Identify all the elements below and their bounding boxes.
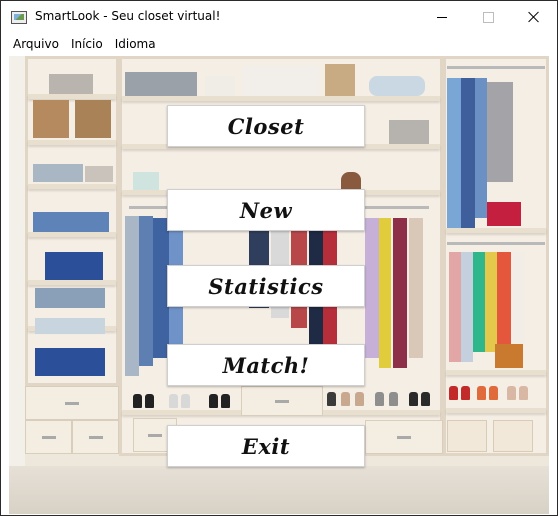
hanging-shirt: [125, 216, 139, 376]
shelf: [28, 140, 116, 145]
minimize-button[interactable]: [419, 1, 465, 33]
hanging-dress: [485, 252, 497, 352]
gray-box: [49, 74, 93, 94]
shelf: [122, 96, 440, 101]
hanging-shirt: [447, 78, 461, 228]
exit-button[interactable]: Exit: [167, 425, 365, 467]
shelf: [28, 94, 116, 99]
maximize-icon: [482, 11, 494, 23]
shoe: [409, 392, 418, 406]
menu-idioma[interactable]: Idioma: [109, 33, 162, 55]
menu-inicio[interactable]: Início: [65, 33, 109, 55]
shoe: [355, 392, 364, 406]
shoe: [221, 394, 230, 408]
drawer: [365, 420, 443, 454]
new-button[interactable]: New: [167, 189, 365, 231]
fur-coat: [487, 82, 513, 182]
hanging-shirt: [475, 78, 487, 218]
cardboard-box: [33, 100, 69, 138]
shelf: [446, 408, 546, 413]
drawer: [25, 420, 72, 454]
close-button[interactable]: [511, 1, 557, 33]
shelf: [446, 228, 546, 233]
red-bag: [487, 202, 521, 226]
main-window: SmartLook - Seu closet virtual! Arquivo …: [0, 0, 558, 516]
hanging-dress: [409, 218, 423, 358]
basket: [133, 172, 159, 190]
shoe: [181, 394, 190, 408]
drawer: [25, 386, 119, 420]
cardboard-box: [75, 100, 111, 138]
shelf: [28, 232, 116, 237]
image-icon: [11, 11, 27, 24]
folded-jeans: [33, 212, 109, 232]
shoe-rack: [35, 318, 105, 334]
shoe: [461, 386, 470, 400]
hanging-shirt: [139, 216, 153, 366]
hanging-dress: [473, 252, 485, 352]
hat: [341, 172, 361, 190]
closet-button[interactable]: Closet: [167, 105, 365, 147]
title-bar[interactable]: SmartLook - Seu closet virtual!: [1, 1, 557, 33]
shoe: [421, 392, 430, 406]
folded-clothes: [35, 288, 105, 308]
storage-box: [447, 420, 487, 452]
shoe: [133, 394, 142, 408]
shoe: [507, 386, 516, 400]
shoe: [389, 392, 398, 406]
shoe: [209, 394, 218, 408]
folded-towels: [33, 164, 83, 182]
hanging-dress: [393, 218, 407, 368]
menu-arquivo[interactable]: Arquivo: [1, 33, 65, 55]
cardboard-box: [325, 64, 355, 96]
blue-boxes: [35, 348, 105, 376]
clothes-rail: [447, 242, 545, 245]
shoe: [519, 386, 528, 400]
shelf: [446, 370, 546, 375]
wall: [9, 56, 25, 514]
shoe: [145, 394, 154, 408]
patterned-bag: [125, 72, 197, 96]
shelf: [28, 280, 116, 285]
blue-box: [45, 252, 103, 280]
close-icon: [528, 11, 540, 23]
hanging-dress: [461, 252, 473, 362]
folded-towels: [85, 166, 113, 182]
hanging-shirt: [461, 78, 475, 228]
hanging-dress: [365, 218, 379, 358]
floor: [9, 466, 549, 514]
hanging-dress: [449, 252, 461, 362]
menu-bar: Arquivo Início Idioma: [1, 33, 557, 55]
drawer: [72, 420, 119, 454]
shoe: [489, 386, 498, 400]
shelf: [28, 184, 116, 189]
folded-sweaters: [243, 66, 319, 96]
shoe: [375, 392, 384, 406]
clothes-rail: [447, 66, 545, 69]
white-basket: [205, 76, 235, 96]
maximize-button[interactable]: [465, 1, 511, 33]
shoe: [327, 392, 336, 406]
handbag: [495, 344, 523, 368]
storage-box: [389, 120, 429, 144]
shoe: [449, 386, 458, 400]
minimize-icon: [437, 16, 447, 18]
drawer: [241, 386, 323, 416]
shoe: [341, 392, 350, 406]
shoe: [477, 386, 486, 400]
statistics-button[interactable]: Statistics: [167, 265, 365, 307]
storage-box: [493, 420, 533, 452]
striped-pillow: [369, 76, 425, 96]
hanging-dress: [379, 218, 391, 368]
match-button[interactable]: Match!: [167, 344, 365, 386]
window-title: SmartLook - Seu closet virtual!: [35, 9, 221, 23]
shoe: [169, 394, 178, 408]
